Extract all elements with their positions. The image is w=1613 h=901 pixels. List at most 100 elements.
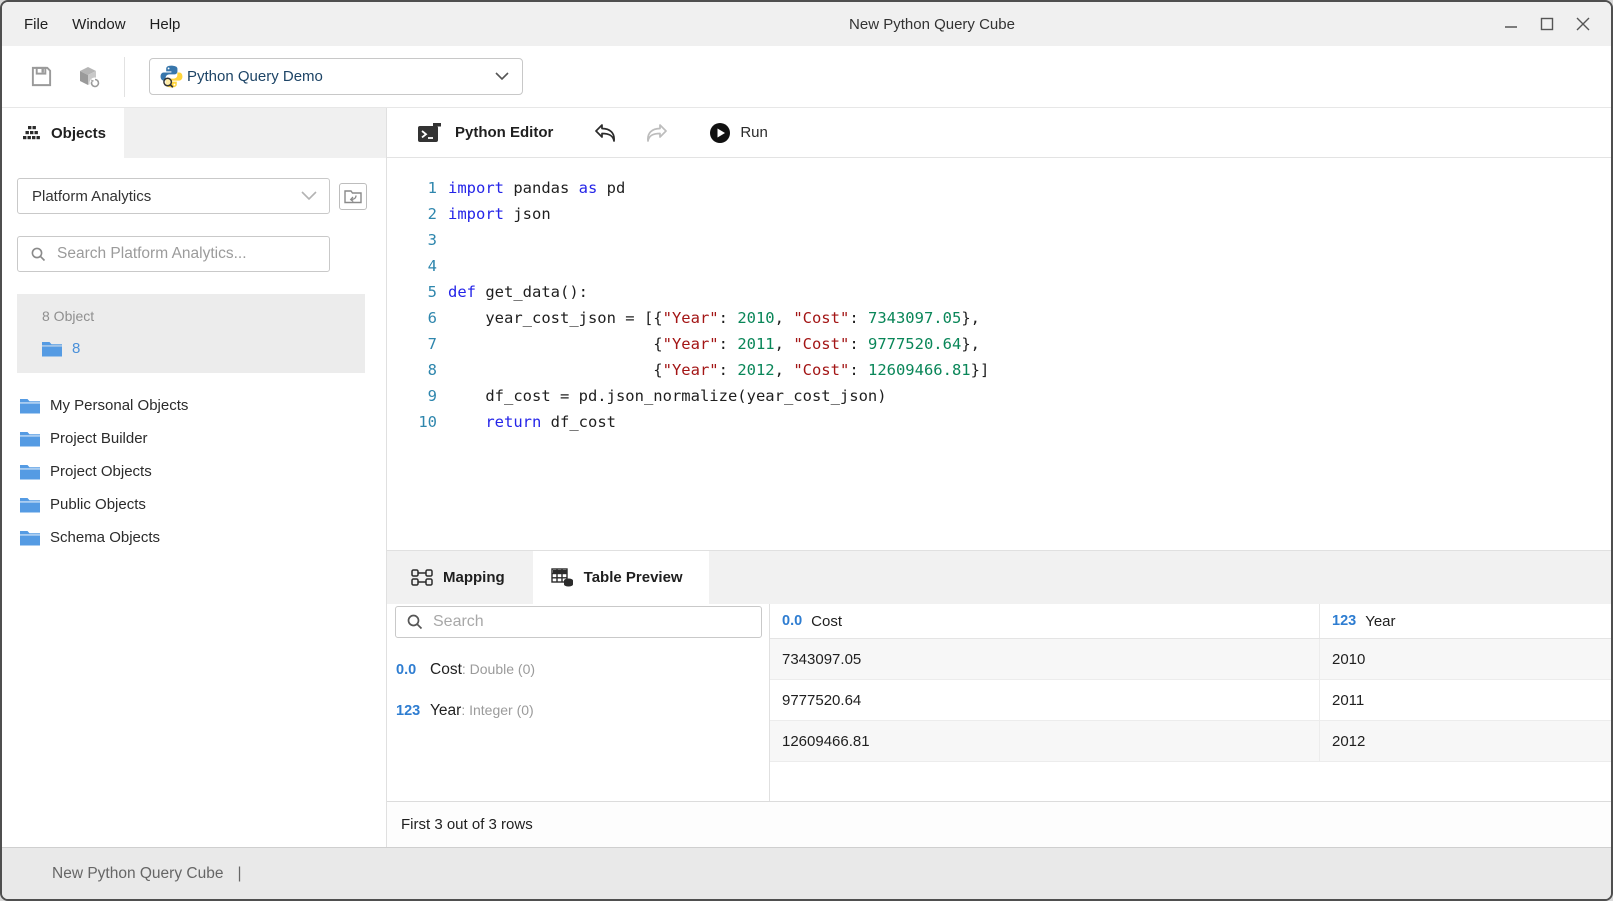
code-text: def get_data():: [437, 279, 588, 305]
code-line[interactable]: 3: [387, 227, 1611, 253]
minimize-button[interactable]: [1499, 12, 1523, 36]
menu-file[interactable]: File: [12, 16, 60, 33]
save-button[interactable]: [26, 62, 56, 92]
field-name: Year: [430, 702, 461, 720]
code-line[interactable]: 8 {"Year": 2012, "Cost": 12609466.81}]: [387, 357, 1611, 383]
field-name: Cost: [430, 661, 462, 679]
title-bar: FileWindowHelp New Python Query Cube: [2, 2, 1611, 46]
table-row[interactable]: 12609466.812012: [770, 721, 1611, 762]
sidebar-folder-item[interactable]: Public Objects: [2, 488, 386, 521]
refresh-cube-button[interactable]: [74, 62, 104, 92]
editor-header: Python Editor Run: [387, 108, 1611, 158]
table-row[interactable]: 7343097.052010: [770, 639, 1611, 680]
objects-group-folder-label: 8: [72, 340, 80, 357]
code-text: import pandas as pd: [437, 175, 625, 201]
column-label: Cost: [811, 613, 842, 630]
line-number: 1: [387, 175, 437, 201]
tab-mapping[interactable]: Mapping: [387, 551, 533, 604]
field-item[interactable]: 123Year: Integer (0): [396, 702, 769, 720]
maximize-icon: [1540, 17, 1554, 31]
line-number: 5: [387, 279, 437, 305]
maximize-button[interactable]: [1535, 12, 1559, 36]
column-type-badge: 0.0: [782, 613, 802, 629]
tab-table-preview[interactable]: Table Preview: [533, 551, 709, 604]
code-line[interactable]: 5def get_data():: [387, 279, 1611, 305]
tab-objects[interactable]: Objects: [2, 108, 124, 158]
rows-info-bar: First 3 out of 3 rows: [387, 801, 1611, 847]
field-list: 0.0Cost: Double (0) 123Year: Integer (0): [387, 661, 769, 720]
rows-info-text: First 3 out of 3 rows: [401, 816, 533, 833]
code-line[interactable]: 10 return df_cost: [387, 409, 1611, 435]
code-line[interactable]: 4: [387, 253, 1611, 279]
minimize-icon: [1504, 17, 1518, 31]
objects-group: 8 Object 8: [17, 294, 365, 373]
chevron-down-icon: [495, 72, 509, 81]
folder-icon: [20, 530, 40, 546]
sidebar-folder-item[interactable]: Project Objects: [2, 455, 386, 488]
code-text: {"Year": 2012, "Cost": 12609466.81}]: [437, 357, 989, 383]
python-icon: [159, 64, 184, 89]
code-text: year_cost_json = [{"Year": 2010, "Cost":…: [437, 305, 980, 331]
refresh-cube-icon: [76, 64, 102, 90]
code-line[interactable]: 1import pandas as pd: [387, 175, 1611, 201]
folder-up-button[interactable]: [339, 183, 367, 210]
window-controls: [1499, 12, 1611, 36]
project-select[interactable]: Platform Analytics: [17, 178, 330, 214]
folder-item-label: Project Builder: [50, 430, 148, 447]
sidebar-search-input[interactable]: [57, 245, 319, 263]
code-text: import json: [437, 201, 551, 227]
status-text: New Python Query Cube: [52, 865, 223, 883]
close-button[interactable]: [1571, 12, 1595, 36]
objects-group-folder[interactable]: 8: [42, 340, 365, 357]
line-number: 8: [387, 357, 437, 383]
fields-search-input[interactable]: [433, 613, 751, 631]
app-window: FileWindowHelp New Python Query Cube: [0, 0, 1613, 901]
sidebar-folder-item[interactable]: My Personal Objects: [2, 389, 386, 422]
mapping-icon: [411, 569, 433, 586]
toolbar-separator: [124, 57, 125, 97]
sidebar-tab-strip: Objects: [2, 108, 386, 158]
code-text: return df_cost: [437, 409, 616, 435]
fields-search[interactable]: [395, 606, 762, 638]
run-icon: [709, 122, 731, 144]
close-icon: [1576, 17, 1590, 31]
run-button-label: Run: [740, 124, 768, 141]
code-editor[interactable]: 1import pandas as pd2import json345def g…: [387, 158, 1611, 550]
line-number: 4: [387, 253, 437, 279]
line-number: 6: [387, 305, 437, 331]
sidebar-folder-item[interactable]: Project Builder: [2, 422, 386, 455]
code-line[interactable]: 2import json: [387, 201, 1611, 227]
bottom-panel: 0.0Cost: Double (0)123Year: Integer (0) …: [387, 604, 1611, 801]
folder-up-icon: [344, 189, 362, 204]
menu-help[interactable]: Help: [138, 16, 193, 33]
window-title: New Python Query Cube: [849, 16, 1015, 33]
field-item[interactable]: 0.0Cost: Double (0): [396, 661, 769, 679]
run-button[interactable]: Run: [709, 122, 768, 144]
code-line[interactable]: 7 {"Year": 2011, "Cost": 9777520.64},: [387, 331, 1611, 357]
folder-list: My Personal Objects Project Builder Projec…: [2, 389, 386, 554]
bottom-tab-strip: Mapping: [387, 550, 1611, 604]
column-type-badge: 123: [1332, 613, 1356, 629]
table-column-header[interactable]: 123Year: [1320, 604, 1611, 638]
undo-button[interactable]: [591, 118, 621, 148]
folder-icon: [42, 341, 62, 357]
dataset-name: Python Query Demo: [187, 68, 323, 85]
redo-icon: [643, 123, 669, 143]
table-body: 7343097.0520109777520.64201112609466.812…: [770, 639, 1611, 762]
dataset-dropdown[interactable]: Python Query Demo: [149, 58, 523, 95]
field-type-suffix: : Double (0): [462, 661, 535, 677]
folder-item-label: My Personal Objects: [50, 397, 188, 414]
redo-button[interactable]: [641, 118, 671, 148]
menu-window[interactable]: Window: [60, 16, 137, 33]
table-row[interactable]: 9777520.642011: [770, 680, 1611, 721]
code-line[interactable]: 9 df_cost = pd.json_normalize(year_cost_…: [387, 383, 1611, 409]
table-column-header[interactable]: 0.0 Cost: [770, 604, 1320, 638]
sidebar-body: Platform Analytics: [2, 158, 386, 847]
sidebar-folder-item[interactable]: Schema Objects: [2, 521, 386, 554]
table-cell: 9777520.64: [770, 680, 1320, 720]
folder-item-label: Public Objects: [50, 496, 146, 513]
folder-icon: [20, 398, 40, 414]
sidebar-search[interactable]: [17, 236, 330, 272]
code-line[interactable]: 6 year_cost_json = [{"Year": 2010, "Cost…: [387, 305, 1611, 331]
table-preview-panel: 0.0 Cost 123Year 7343097.0520109777520.642…: [770, 604, 1611, 801]
